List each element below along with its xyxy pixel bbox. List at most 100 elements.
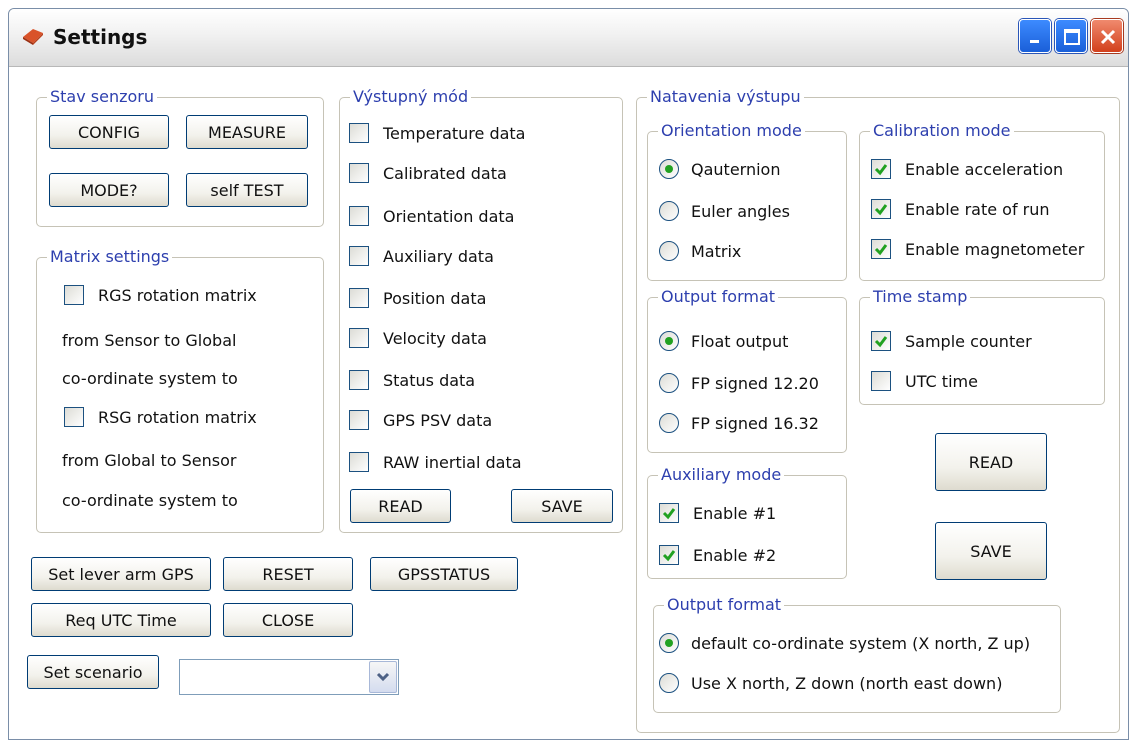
self-test-button[interactable]: self TEST — [186, 173, 308, 207]
radio-label: Matrix — [691, 241, 742, 261]
close-window-button[interactable] — [1091, 19, 1123, 53]
check-icon — [874, 336, 888, 348]
raw-inertial-data-checkbox[interactable]: RAW inertial data — [349, 452, 522, 472]
position-data-checkbox[interactable]: Position data — [349, 288, 486, 308]
radio-circle[interactable] — [659, 331, 679, 351]
group-legend: Time stamp — [870, 287, 971, 307]
set-lever-arm-gps-button[interactable]: Set lever arm GPS — [31, 557, 211, 591]
radio-selected-dot — [665, 337, 673, 345]
fp-signed-16-32-radio[interactable]: FP signed 16.32 — [659, 413, 819, 433]
radio-selected-dot — [665, 639, 673, 647]
radio-circle[interactable] — [659, 413, 679, 433]
radio-label: FP signed 12.20 — [691, 373, 819, 393]
radio-circle[interactable] — [659, 201, 679, 221]
calibrated-data-checkbox[interactable]: Calibrated data — [349, 163, 507, 183]
output-mode-save-button[interactable]: SAVE — [511, 489, 613, 523]
checkbox-label: Sample counter — [905, 331, 1032, 351]
fp-signed-12-20-radio[interactable]: FP signed 12.20 — [659, 373, 819, 393]
checkbox-label: Status data — [383, 370, 476, 390]
utc-time-checkbox[interactable]: UTC time — [871, 371, 978, 391]
close-button[interactable]: CLOSE — [223, 603, 353, 637]
coordinate-output-format-group: Output format — [653, 595, 1061, 713]
checkbox-box[interactable] — [349, 123, 369, 143]
gps-psv-data-checkbox[interactable]: GPS PSV data — [349, 410, 492, 430]
velocity-data-checkbox[interactable]: Velocity data — [349, 328, 487, 348]
mode-query-button[interactable]: MODE? — [49, 173, 169, 207]
matrix-radio[interactable]: Matrix — [659, 241, 741, 261]
quaternion-radio[interactable]: Qauternion — [659, 159, 780, 179]
radio-circle[interactable] — [659, 633, 679, 653]
output-mode-read-button[interactable]: READ — [350, 489, 451, 523]
close-icon — [1100, 29, 1116, 45]
checkbox-label: Enable rate of run — [905, 199, 1050, 219]
checkbox-box[interactable] — [871, 331, 891, 351]
status-data-checkbox[interactable]: Status data — [349, 370, 475, 390]
checkbox-box[interactable] — [349, 288, 369, 308]
rsg-description-line2: co-ordinate system to — [62, 491, 238, 510]
north-east-down-radio[interactable]: Use X north, Z down (north east down) — [659, 673, 1002, 693]
radio-circle[interactable] — [659, 159, 679, 179]
checkbox-label: UTC time — [905, 371, 978, 391]
gps-status-button[interactable]: GPSSTATUS — [370, 557, 518, 591]
radio-circle[interactable] — [659, 373, 679, 393]
rgs-description-line2: co-ordinate system to — [62, 369, 238, 388]
checkbox-label: RAW inertial data — [383, 452, 522, 472]
checkbox-box[interactable] — [871, 159, 891, 179]
group-legend: Výstupný mód — [350, 87, 472, 107]
checkbox-box[interactable] — [349, 246, 369, 266]
enable-rate-of-run-checkbox[interactable]: Enable rate of run — [871, 199, 1050, 219]
enable-acceleration-checkbox[interactable]: Enable acceleration — [871, 159, 1063, 179]
checkbox-box[interactable] — [871, 239, 891, 259]
set-scenario-button[interactable]: Set scenario — [27, 655, 159, 689]
dialog-client-area: Stav senzoru CONFIG MEASURE MODE? self T… — [9, 67, 1128, 739]
radio-circle[interactable] — [659, 241, 679, 261]
output-settings-read-button[interactable]: READ — [935, 433, 1047, 491]
scenario-select[interactable] — [179, 659, 399, 695]
checkbox-box[interactable] — [349, 206, 369, 226]
rgs-rotation-checkbox[interactable]: RGS rotation matrix — [64, 285, 257, 305]
checkbox-box[interactable] — [349, 328, 369, 348]
check-icon — [662, 508, 676, 520]
enable-magnetometer-checkbox[interactable]: Enable magnetometer — [871, 239, 1084, 259]
measure-button[interactable]: MEASURE — [186, 115, 308, 149]
radio-label: Qauternion — [691, 159, 781, 179]
checkbox-label: Enable #2 — [693, 545, 777, 565]
reset-button[interactable]: RESET — [223, 557, 353, 591]
group-legend: Stav senzoru — [47, 87, 158, 107]
minimize-button[interactable] — [1019, 19, 1051, 53]
euler-angles-radio[interactable]: Euler angles — [659, 201, 790, 221]
orientation-data-checkbox[interactable]: Orientation data — [349, 206, 514, 226]
checkbox-box[interactable] — [659, 545, 679, 565]
config-button[interactable]: CONFIG — [49, 115, 169, 149]
default-coordinate-system-radio[interactable]: default co-ordinate system (X north, Z u… — [659, 633, 1030, 653]
temperature-data-checkbox[interactable]: Temperature data — [349, 123, 525, 143]
title-bar[interactable]: Settings — [9, 9, 1128, 67]
output-settings-save-button[interactable]: SAVE — [935, 522, 1047, 580]
check-icon — [662, 550, 676, 562]
enable-1-checkbox[interactable]: Enable #1 — [659, 503, 776, 523]
checkbox-box[interactable] — [659, 503, 679, 523]
checkbox-label: RSG rotation matrix — [98, 407, 257, 427]
maximize-button[interactable] — [1055, 19, 1087, 53]
auxiliary-data-checkbox[interactable]: Auxiliary data — [349, 246, 494, 266]
checkbox-box[interactable] — [349, 410, 369, 430]
checkbox-box[interactable] — [64, 285, 84, 305]
check-icon — [874, 204, 888, 216]
chevron-down-icon — [376, 672, 390, 682]
float-output-radio[interactable]: Float output — [659, 331, 788, 351]
group-legend: Output format — [664, 595, 785, 615]
checkbox-box[interactable] — [871, 199, 891, 219]
checkbox-box[interactable] — [349, 452, 369, 472]
req-utc-time-button[interactable]: Req UTC Time — [31, 603, 211, 637]
checkbox-label: Orientation data — [383, 206, 515, 226]
radio-label: FP signed 16.32 — [691, 413, 819, 433]
radio-circle[interactable] — [659, 673, 679, 693]
rsg-rotation-checkbox[interactable]: RSG rotation matrix — [64, 407, 257, 427]
checkbox-box[interactable] — [349, 370, 369, 390]
sample-counter-checkbox[interactable]: Sample counter — [871, 331, 1032, 351]
checkbox-box[interactable] — [64, 407, 84, 427]
enable-2-checkbox[interactable]: Enable #2 — [659, 545, 776, 565]
dropdown-button[interactable] — [369, 661, 397, 693]
checkbox-box[interactable] — [871, 371, 891, 391]
checkbox-box[interactable] — [349, 163, 369, 183]
